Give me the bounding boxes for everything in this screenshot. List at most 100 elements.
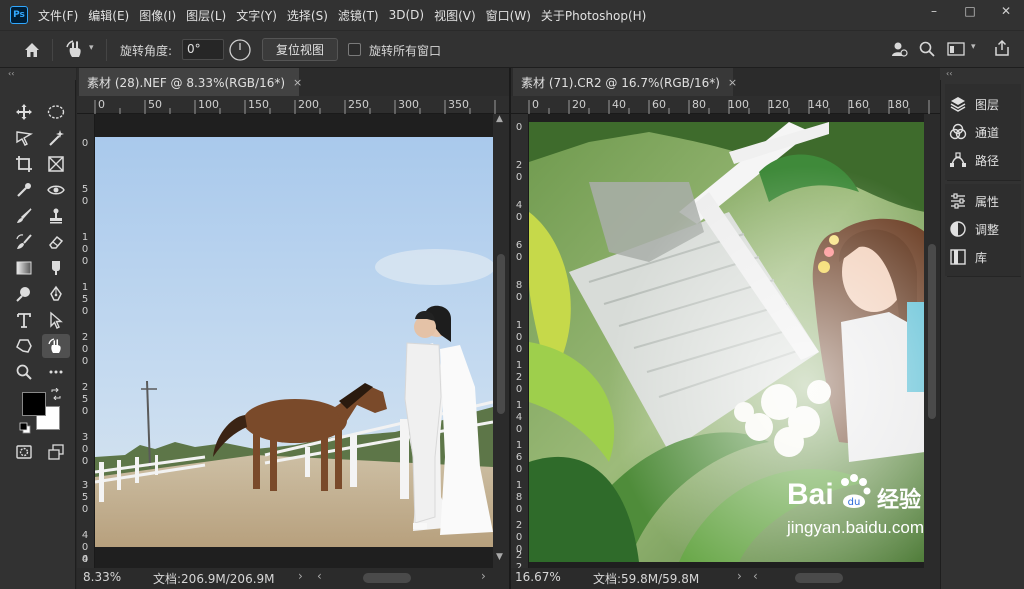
eraser-tool-icon[interactable] [42,230,70,254]
document-size: 文档:59.8M/59.8M [593,572,700,586]
scroll-up-icon[interactable]: ▲ [496,114,503,124]
right-document-window: 0 20 40 60 80 100 120 140 160 180 0 2 0 … [511,96,940,573]
close-window-button[interactable]: ✕ [988,0,1024,22]
menu-filter[interactable]: 滤镜(T) [338,7,379,24]
crop-tool-icon[interactable] [10,152,38,176]
scroll-down-icon[interactable]: ▼ [496,552,503,562]
close-tab-icon[interactable]: × [293,76,302,89]
menu-select[interactable]: 选择(S) [287,7,328,24]
panel-paths[interactable]: 路径 [949,148,999,172]
maximize-button[interactable]: □ [952,0,988,22]
vertical-scroll-thumb[interactable] [497,254,505,414]
canvas-image-wedding-horse[interactable] [95,137,493,547]
status-menu-chevron-icon[interactable]: › [298,569,303,583]
search-icon[interactable] [918,40,936,61]
vertical-scroll-thumb[interactable] [928,244,936,419]
horizontal-scroll-thumb[interactable] [795,573,843,583]
magic-wand-icon[interactable] [42,126,70,150]
scroll-left-icon[interactable]: ‹ [753,569,758,583]
panel-channels[interactable]: 通道 [949,120,999,144]
path-selection-icon[interactable] [42,308,70,332]
panel-label: 库 [975,250,988,265]
ruler-tick-label: 6 0 [515,240,523,263]
tab-right-document[interactable]: 素材 (71).CR2 @ 16.7%(RGB/16*) × [513,68,737,96]
more-tools-icon[interactable] [42,360,70,384]
properties-icon [951,193,965,209]
zoom-level[interactable]: 16.67% [515,570,561,584]
gradient-tool-icon[interactable] [10,256,38,280]
rotation-dial-icon[interactable] [228,38,252,65]
horizontal-ruler[interactable]: 0 20 40 60 80 100 120 140 160 180 [511,96,940,114]
ruler-tick-label: 3 5 0 [81,480,89,515]
vertical-ruler[interactable]: 0 5 0 1 0 0 1 5 0 2 0 0 2 5 0 3 0 0 3 5 … [77,114,95,568]
panel-libraries[interactable]: 库 [949,245,987,269]
eyedropper-tool-icon[interactable] [10,178,38,202]
workspace-chevron-icon[interactable]: ▾ [971,42,976,52]
menu-3d[interactable]: 3D(D) [389,8,424,22]
type-tool-icon[interactable] [10,308,38,332]
menu-window[interactable]: 窗口(W) [486,7,531,24]
status-menu-chevron-icon[interactable]: › [737,569,742,583]
toolbar-collapse[interactable]: ‹‹ [0,68,76,80]
foreground-color-swatch[interactable] [22,392,46,416]
default-colors-icon[interactable] [19,422,31,437]
ruler-tick-label: 20 [572,98,586,111]
horizontal-scroll-thumb[interactable] [363,573,411,583]
panel-layers[interactable]: 图层 [949,92,999,116]
scroll-right-icon[interactable]: › [481,569,486,583]
menu-edit[interactable]: 编辑(E) [88,7,129,24]
ruler-tick-label: 1 0 0 [515,320,523,355]
brush-tool-icon[interactable] [10,204,38,228]
swap-colors-icon[interactable] [50,387,62,403]
zoom-tool-icon[interactable] [10,360,38,384]
screen-mode-icon[interactable] [42,440,70,464]
close-tab-icon[interactable]: × [728,76,737,89]
menu-view[interactable]: 视图(V) [434,7,476,24]
shape-tool-icon[interactable] [10,334,38,358]
left-document-window: 0 50 100 150 200 250 300 350 0 5 0 1 0 0… [77,96,509,568]
panels-collapse[interactable]: ‹‹ [940,68,1024,80]
menu-layer[interactable]: 图层(L) [186,7,226,24]
vertical-scrollbar[interactable]: ▲ ▼ [493,114,509,568]
adjustments-icon [950,221,966,237]
horizontal-ruler[interactable]: 0 50 100 150 200 250 300 350 [77,96,509,114]
share-user-icon[interactable] [890,40,908,61]
vertical-ruler[interactable]: 0 2 0 4 0 6 0 8 0 1 0 0 1 2 0 1 4 0 1 6 … [511,114,529,573]
reset-view-button[interactable]: 复位视图 [262,38,338,61]
ruler-tick-label: 1 0 0 [81,232,89,267]
panel-properties[interactable]: 属性 [949,189,999,213]
red-eye-tool-icon[interactable] [42,178,70,202]
panel-adjustments[interactable]: 调整 [949,217,999,241]
menu-help[interactable]: 关于Photoshop(H) [541,7,646,24]
rotate-view-tool-icon[interactable] [64,39,88,64]
ruler-tick-label: 8 0 [515,280,523,303]
scroll-left-icon[interactable]: ‹ [317,569,322,583]
home-icon[interactable] [22,40,42,63]
smudge-tool-icon[interactable] [42,256,70,280]
pen-tool-icon[interactable] [42,282,70,306]
ruler-tick-label: 50 [148,98,162,111]
ruler-tick-label: 60 [652,98,666,111]
menu-file[interactable]: 文件(F) [38,7,78,24]
marquee-tool-icon[interactable] [42,100,70,124]
zoom-level[interactable]: 8.33% [83,570,121,584]
rotate-all-windows-label: 旋转所有窗口 [369,44,442,58]
move-tool-icon[interactable] [10,100,38,124]
share-export-icon[interactable] [993,39,1011,60]
frame-tool-icon[interactable] [42,152,70,176]
dodge-tool-icon[interactable] [10,282,38,306]
rotate-angle-input[interactable]: 0° [182,39,224,60]
menu-image[interactable]: 图像(I) [139,7,176,24]
menu-type[interactable]: 文字(Y) [236,7,277,24]
tab-left-document[interactable]: 素材 (28).NEF @ 8.33%(RGB/16*) × [79,68,302,96]
quick-mask-icon[interactable] [10,440,38,464]
chevron-down-icon[interactable]: ▾ [89,43,94,53]
workspace-icon[interactable] [947,41,965,60]
clone-stamp-icon[interactable] [42,204,70,228]
watermark-url: jingyan.baidu.com [787,518,925,537]
rotate-view-tool-icon[interactable] [42,334,70,358]
minimize-button[interactable]: – [916,0,952,22]
lasso-tool-icon[interactable] [10,126,38,150]
history-brush-icon[interactable] [10,230,38,254]
rotate-all-windows-checkbox[interactable] [348,43,361,56]
